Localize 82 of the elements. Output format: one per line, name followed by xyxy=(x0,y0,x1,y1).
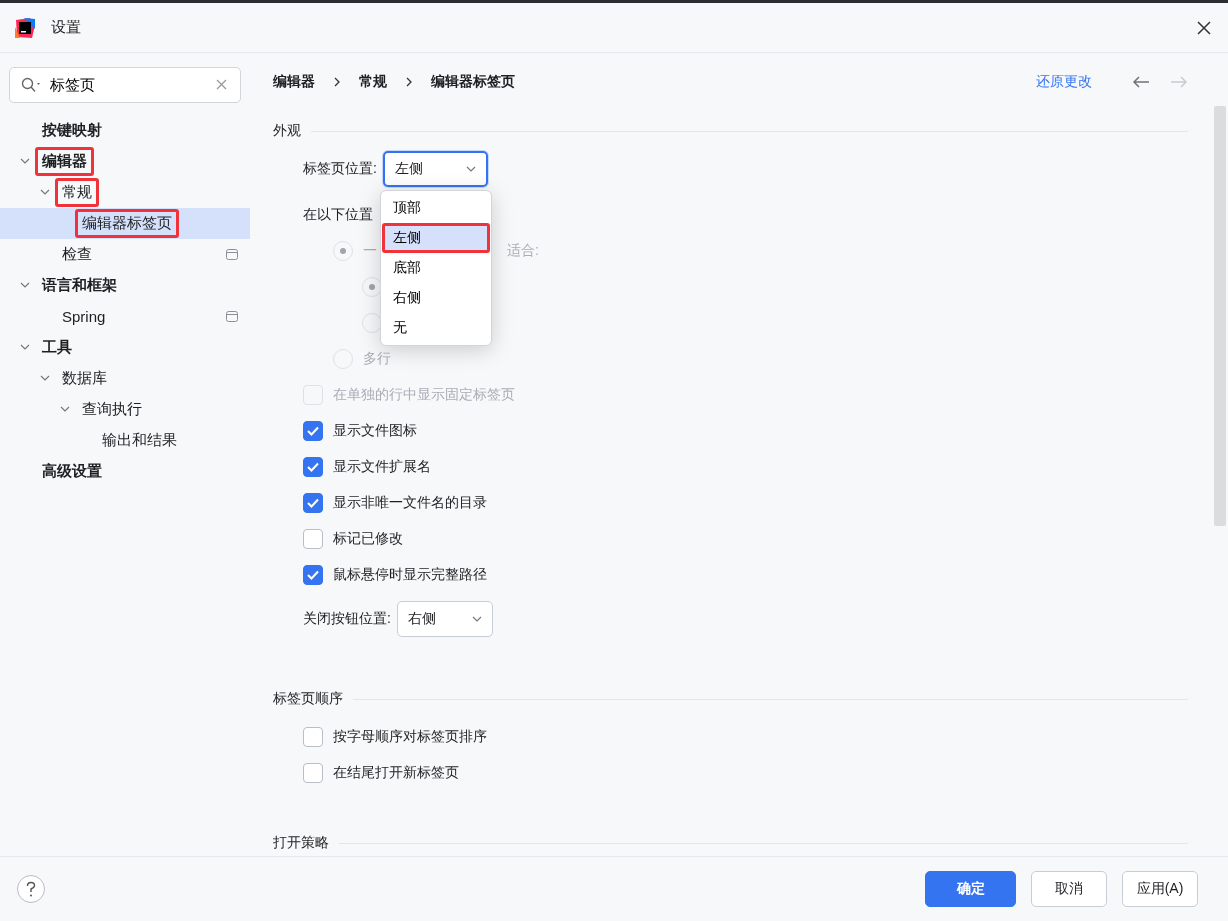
checkbox[interactable] xyxy=(303,763,323,783)
chevron-icon[interactable] xyxy=(20,280,30,290)
radio-label: 多行 xyxy=(363,350,392,368)
chevron-icon[interactable] xyxy=(20,342,30,352)
checkbox[interactable] xyxy=(303,421,323,441)
tree-item-label: Spring xyxy=(61,307,107,327)
field-label: 在以下位置 xyxy=(303,206,373,224)
search-icon xyxy=(21,77,43,93)
section-title: 外观 xyxy=(273,122,301,140)
checkbox-label: 在单独的行中显示固定标签页 xyxy=(333,386,515,404)
dropdown-option[interactable]: 无 xyxy=(381,313,490,343)
checkbox-label: 显示非唯一文件名的目录 xyxy=(333,494,487,512)
radio-label: 适合: xyxy=(507,242,540,260)
tree-item[interactable]: 按键映射 xyxy=(0,115,250,146)
dropdown-option[interactable]: 顶部 xyxy=(381,193,490,223)
tree-item-label: 按键映射 xyxy=(41,120,103,140)
checkbox[interactable] xyxy=(303,529,323,549)
breadcrumb-item[interactable]: 编辑器标签页 xyxy=(431,73,515,91)
clear-icon[interactable] xyxy=(216,79,227,90)
tree-item-label: 查询执行 xyxy=(81,399,143,419)
checkbox[interactable] xyxy=(303,565,323,585)
breadcrumb-item[interactable]: 常规 xyxy=(359,73,387,91)
scrollbar-thumb[interactable] xyxy=(1214,106,1226,526)
checkbox[interactable] xyxy=(303,727,323,747)
tree-item-label: 语言和框架 xyxy=(40,275,118,295)
check-icon xyxy=(307,498,319,508)
combo-box[interactable]: 右侧 xyxy=(396,601,493,637)
back-arrow-icon[interactable] xyxy=(1132,75,1150,89)
tree-item[interactable]: 高级设置 xyxy=(0,456,250,487)
tree-item[interactable]: 检查 xyxy=(0,239,250,270)
tree-item-label: 检查 xyxy=(61,244,93,264)
checkbox-label: 显示文件图标 xyxy=(333,422,417,440)
chevron-icon[interactable] xyxy=(40,187,50,197)
check-icon xyxy=(307,570,319,580)
dialog-button[interactable]: 取消 xyxy=(1031,871,1107,907)
chevron-icon xyxy=(333,77,341,87)
tree-item[interactable]: 查询执行 xyxy=(0,394,250,425)
search-field[interactable]: 标签页 xyxy=(9,67,241,103)
caret-icon xyxy=(471,616,482,622)
dropdown-option[interactable]: 左侧 xyxy=(381,223,490,253)
dialog-button[interactable]: 应用(A) xyxy=(1122,871,1198,907)
dropdown-option[interactable]: 右侧 xyxy=(381,283,490,313)
check-icon xyxy=(307,426,319,436)
checkbox-label: 按字母顺序对标签页排序 xyxy=(333,728,487,746)
chevron-icon xyxy=(405,77,413,87)
tree-item-label: 输出和结果 xyxy=(101,430,178,450)
checkbox-label: 标记已修改 xyxy=(333,530,403,548)
reset-link[interactable]: 还原更改 xyxy=(1036,73,1092,91)
tree-item[interactable]: 输出和结果 xyxy=(0,425,250,456)
chevron-icon[interactable] xyxy=(40,373,50,383)
tree-item-label: 数据库 xyxy=(61,368,108,388)
tree-item-label: 高级设置 xyxy=(41,461,103,481)
tree-item[interactable]: 语言和框架 xyxy=(0,270,250,301)
dialog-button[interactable]: 确定 xyxy=(925,871,1016,907)
tree-item-label: 编辑器标签页 xyxy=(75,209,179,238)
chevron-icon[interactable] xyxy=(20,156,30,166)
tree-item[interactable]: Spring xyxy=(0,301,250,332)
section-title: 标签页顺序 xyxy=(273,690,343,708)
tree-item-label: 编辑器 xyxy=(35,147,94,176)
combo-box[interactable]: 左侧 xyxy=(382,151,488,187)
tree-item[interactable]: 编辑器 xyxy=(0,146,250,177)
chevron-icon[interactable] xyxy=(60,404,70,414)
field-label: 关闭按钮位置: xyxy=(303,610,391,628)
checkbox[interactable] xyxy=(303,457,323,477)
section-title: 打开策略 xyxy=(273,834,329,852)
checkbox-label: 在结尾打开新标签页 xyxy=(333,764,459,782)
field-label: 标签页位置: xyxy=(303,160,377,178)
checkbox-label: 鼠标悬停时显示完整路径 xyxy=(333,566,487,584)
dropdown-option[interactable]: 底部 xyxy=(381,253,490,283)
tree-item[interactable]: 编辑器标签页 xyxy=(0,208,250,239)
tree-item[interactable]: 工具 xyxy=(0,332,250,363)
checkbox-label: 显示文件扩展名 xyxy=(333,458,431,476)
tree-item[interactable]: 数据库 xyxy=(0,363,250,394)
app-logo-icon xyxy=(14,16,36,39)
breadcrumb-item[interactable]: 编辑器 xyxy=(273,73,315,91)
tree-item-label: 工具 xyxy=(41,337,73,357)
radio-label: 一 xyxy=(363,242,378,260)
check-icon xyxy=(307,462,319,472)
help-icon[interactable] xyxy=(16,874,46,904)
window-title: 设置 xyxy=(51,18,82,37)
caret-icon xyxy=(465,166,476,172)
checkbox[interactable] xyxy=(303,493,323,513)
